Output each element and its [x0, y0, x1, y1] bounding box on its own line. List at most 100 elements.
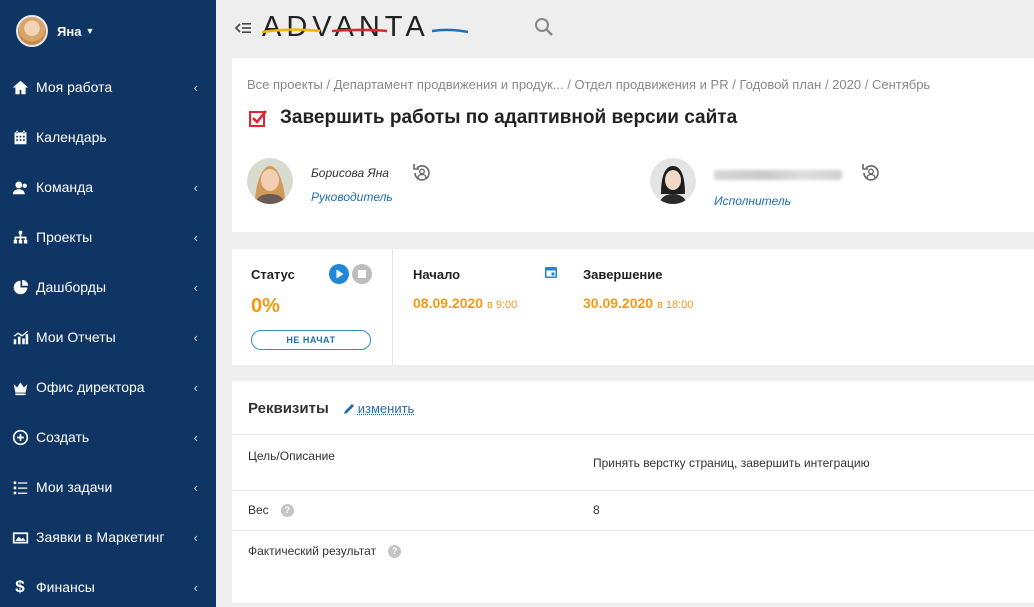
breadcrumb: Все проекты / Департамент продвижения и … — [247, 77, 931, 92]
calendar-icon[interactable] — [544, 265, 558, 279]
chevron-left-icon: ‹ — [193, 479, 198, 495]
progress-percent: 0% — [251, 295, 280, 317]
status-label: Статус — [251, 267, 295, 282]
end-date: 30.09.2020 в 18:00 — [583, 295, 693, 311]
sidebar-item-director-office[interactable]: Офис директора ‹ — [0, 362, 216, 412]
manager-role-link[interactable]: Руководитель — [311, 190, 393, 204]
sidebar-item-label: Заявки в Маркетинг — [36, 529, 165, 545]
requisites-title: Реквизиты — [248, 400, 329, 417]
sidebar-item-dashboards[interactable]: Дашборды ‹ — [0, 262, 216, 312]
end-label: Завершение — [583, 267, 663, 282]
chevron-left-icon: ‹ — [193, 179, 198, 195]
requisites-card: Реквизиты изменить Цель/Описание Принять… — [232, 381, 1034, 603]
sidebar-item-label: Команда — [36, 179, 94, 195]
chevron-left-icon: ‹ — [193, 429, 198, 445]
list-icon — [10, 477, 30, 497]
bar-chart-icon — [10, 327, 30, 347]
sidebar-item-label: Мои задачи — [36, 479, 113, 495]
user-menu[interactable]: Яна ▼ — [0, 0, 216, 62]
crown-icon — [10, 377, 30, 397]
chevron-left-icon: ‹ — [193, 329, 198, 345]
sidebar-item-marketing-requests[interactable]: Заявки в Маркетинг ‹ — [0, 512, 216, 562]
page-title: Завершить работы по адаптивной версии са… — [280, 107, 738, 128]
breadcrumb-item[interactable]: Все проекты — [247, 77, 323, 92]
avatar — [650, 158, 696, 204]
reassign-user-icon[interactable] — [860, 162, 882, 184]
start-date: 08.09.2020 в 9:00 — [413, 295, 517, 311]
requisite-row-result: Фактический результат ? — [232, 530, 1034, 603]
topbar: ADVANTA — [216, 0, 1034, 56]
sidebar-item-label: Дашборды — [36, 279, 106, 295]
sidebar-item-projects[interactable]: Проекты ‹ — [0, 212, 216, 262]
image-icon — [10, 527, 30, 547]
title-row: Завершить работы по адаптивной версии са… — [248, 107, 737, 129]
status-badge[interactable]: НЕ НАЧАТ — [251, 330, 371, 350]
requisite-value: 8 — [593, 503, 600, 517]
help-icon[interactable]: ? — [388, 544, 402, 558]
help-icon[interactable]: ? — [280, 503, 294, 517]
executor: Исполнитель — [650, 158, 882, 208]
start-time: в 9:00 — [486, 299, 518, 311]
pie-chart-icon — [10, 277, 30, 297]
breadcrumb-item[interactable]: 2020 — [832, 77, 861, 92]
pencil-icon[interactable] — [343, 403, 355, 415]
sidebar: Яна ▼ Моя работа ‹ Календарь Команда ‹ П… — [0, 0, 216, 607]
sidebar-item-label: Мои Отчеты — [36, 329, 116, 345]
sidebar-item-finance[interactable]: $ Финансы ‹ — [0, 562, 216, 607]
breadcrumb-item[interactable]: Сентябрь — [872, 77, 930, 92]
chevron-left-icon: ‹ — [193, 229, 198, 245]
sidebar-item-my-tasks[interactable]: Мои задачи ‹ — [0, 462, 216, 512]
requisite-row-description: Цель/Описание Принять верстку страниц, з… — [232, 434, 1034, 490]
start-label: Начало — [413, 267, 461, 282]
sidebar-item-label: Проекты — [36, 229, 93, 245]
sitemap-icon — [10, 227, 30, 247]
reassign-user-icon[interactable] — [411, 162, 433, 184]
dollar-icon: $ — [15, 577, 25, 596]
sidebar-item-calendar[interactable]: Календарь — [0, 112, 216, 162]
requisite-row-weight: Вес ? 8 — [232, 490, 1034, 530]
sidebar-item-label: Создать — [36, 429, 90, 445]
search-icon[interactable] — [534, 17, 554, 37]
team-icon — [10, 177, 30, 197]
start-date-value: 08.09.2020 — [413, 295, 484, 311]
manager-name: Борисова Яна — [311, 166, 389, 180]
sidebar-item-label: Финансы — [36, 579, 95, 595]
chevron-left-icon: ‹ — [193, 579, 198, 595]
checkbox-checked-icon — [249, 110, 268, 127]
stop-icon[interactable] — [352, 264, 372, 284]
manager: Борисова Яна Руководитель — [247, 158, 433, 204]
breadcrumb-item[interactable]: Годовой план — [739, 77, 821, 92]
executor-name-redacted — [714, 170, 842, 180]
sidebar-item-my-reports[interactable]: Мои Отчеты ‹ — [0, 312, 216, 362]
chevron-left-icon: ‹ — [193, 279, 198, 295]
user-name: Яна — [57, 23, 82, 39]
requisite-key: Вес — [248, 503, 269, 517]
sidebar-item-label: Моя работа — [36, 79, 113, 95]
avatar — [247, 158, 293, 204]
requisite-key: Цель/Описание — [248, 449, 335, 463]
executor-role-link[interactable]: Исполнитель — [714, 194, 842, 208]
sidebar-item-create[interactable]: Создать ‹ — [0, 412, 216, 462]
calendar-icon — [10, 127, 30, 147]
requisite-key: Фактический результат — [248, 544, 377, 558]
home-icon — [10, 77, 30, 97]
requisite-key-wrap: Вес ? — [248, 503, 294, 517]
avatar — [16, 15, 48, 47]
end-time: в 18:00 — [656, 299, 694, 311]
play-icon[interactable] — [329, 264, 349, 284]
end-date-value: 30.09.2020 — [583, 295, 654, 311]
chevron-left-icon: ‹ — [193, 379, 198, 395]
caret-down-icon: ▼ — [85, 26, 95, 36]
breadcrumb-item[interactable]: Отдел продвижения и PR — [574, 77, 728, 92]
collapse-sidebar-icon[interactable] — [234, 20, 252, 36]
requisite-value: Принять верстку страниц, завершить интег… — [593, 456, 870, 470]
chevron-left-icon: ‹ — [193, 79, 198, 95]
edit-link[interactable]: изменить — [358, 401, 415, 416]
plus-circle-icon — [10, 427, 30, 447]
status-card: Статус 0% НЕ НАЧАТ Начало 08.09.2020 в 9… — [232, 249, 1034, 365]
sidebar-item-team[interactable]: Команда ‹ — [0, 162, 216, 212]
sidebar-item-label: Офис директора — [36, 379, 145, 395]
chevron-left-icon: ‹ — [193, 529, 198, 545]
sidebar-item-my-work[interactable]: Моя работа ‹ — [0, 62, 216, 112]
breadcrumb-item[interactable]: Департамент продвижения и продук... — [334, 77, 564, 92]
